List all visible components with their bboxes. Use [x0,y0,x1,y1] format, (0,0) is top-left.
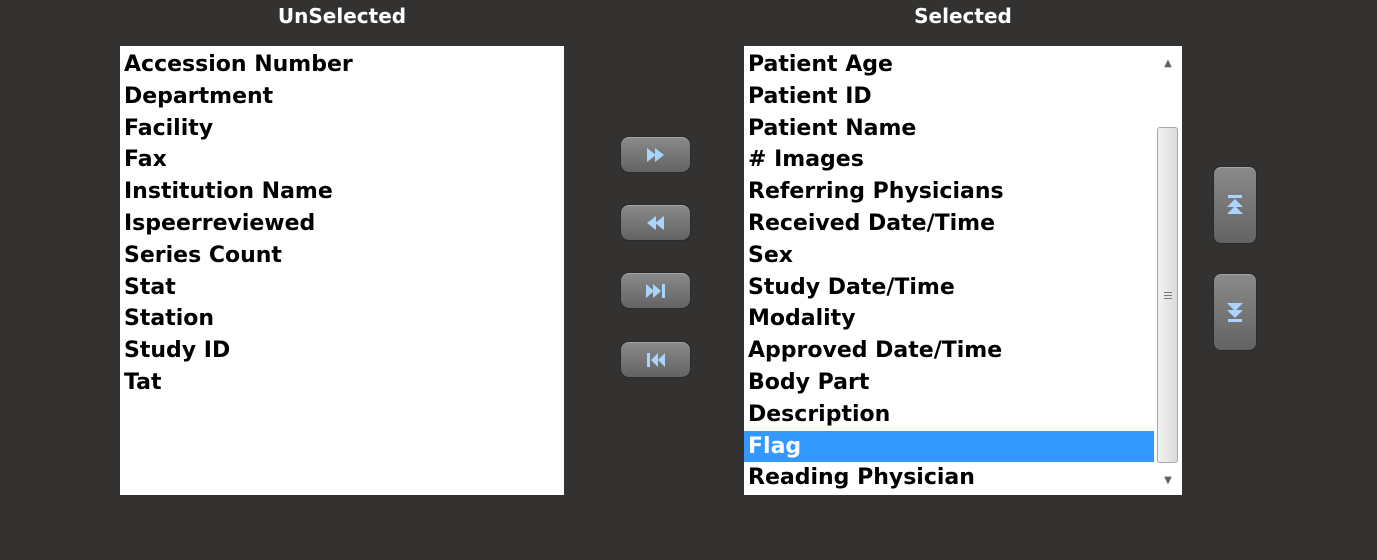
selected-list-item[interactable]: Reading Physician [744,462,1154,494]
double-arrow-right-icon [645,147,667,163]
unselected-list-item[interactable]: Fax [120,144,564,176]
selected-list-item[interactable]: Description [744,399,1154,431]
selected-list-item[interactable]: Patient ID [744,81,1154,113]
double-chevron-up-icon [1226,194,1244,216]
selected-scrollbar[interactable]: ▲ ▼ [1154,46,1182,495]
selected-list-item[interactable]: # Images [744,144,1154,176]
selected-list-item[interactable]: Referring Physicians [744,176,1154,208]
unselected-list-item[interactable]: Facility [120,113,564,145]
grip-icon [1163,291,1172,299]
move-all-left-button[interactable] [620,341,691,378]
skip-forward-icon [644,283,668,299]
unselected-list-item[interactable]: Ispeerreviewed [120,208,564,240]
scroll-down-arrow-icon[interactable]: ▼ [1154,465,1182,495]
unselected-list-item[interactable]: Stat [120,272,564,304]
selected-list-item[interactable]: Study Date/Time [744,272,1154,304]
selected-list-item[interactable]: Modality [744,303,1154,335]
unselected-list-item[interactable]: Series Count [120,240,564,272]
unselected-list-item[interactable]: Department [120,81,564,113]
unselected-list-item[interactable]: Study ID [120,335,564,367]
unselected-list-item[interactable]: Accession Number [120,49,564,81]
selected-list-item[interactable]: Approved Date/Time [744,335,1154,367]
move-left-button[interactable] [620,204,691,241]
skip-back-icon [644,352,668,368]
unselected-listbox[interactable]: Accession Number Department Facility Fax Ins… [120,46,564,495]
unselected-list-item[interactable]: Tat [120,367,564,399]
selected-list-item-highlighted[interactable]: Flag [744,430,1154,463]
scrollbar-thumb[interactable] [1157,127,1178,463]
unselected-header: UnSelected [277,4,407,28]
unselected-list-item[interactable]: Institution Name [120,176,564,208]
selected-items: Patient Age Patient ID Patient Name # Image… [744,49,1154,494]
selected-header: Selected [914,4,1012,28]
move-down-button[interactable] [1213,273,1257,351]
selected-list-item[interactable]: Body Part [744,367,1154,399]
move-all-right-button[interactable] [620,272,691,309]
double-chevron-down-icon [1226,301,1244,323]
selected-list-item[interactable]: Sex [744,240,1154,272]
double-arrow-left-icon [645,215,667,231]
selected-list-item[interactable]: Patient Name [744,113,1154,145]
selected-listbox[interactable]: Patient Age Patient ID Patient Name # Image… [744,46,1182,495]
selected-list-item[interactable]: Patient Age [744,49,1154,81]
move-up-button[interactable] [1213,166,1257,244]
selected-list-item[interactable]: Received Date/Time [744,208,1154,240]
unselected-list-item[interactable]: Station [120,303,564,335]
unselected-items: Accession Number Department Facility Fax Ins… [120,49,564,399]
scroll-up-arrow-icon[interactable]: ▲ [1154,48,1182,78]
move-right-button[interactable] [620,136,691,173]
